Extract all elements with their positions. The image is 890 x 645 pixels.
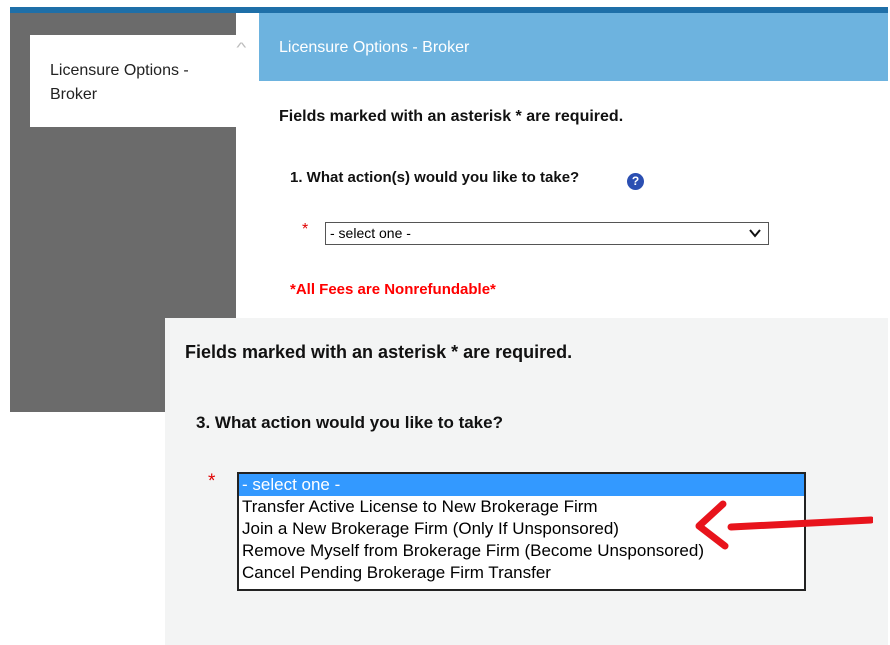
required-asterisk: * — [302, 221, 309, 238]
question-label: 3. What action would you like to take? — [196, 413, 503, 432]
question-label: 1. What action(s) would you like to take… — [290, 169, 580, 186]
required-fields-note: Fields marked with an asterisk * are req… — [279, 108, 624, 125]
required-fields-note: Fields marked with an asterisk * are req… — [185, 342, 573, 362]
select-value: - select one - — [330, 225, 411, 241]
red-arrow-annotation — [695, 500, 873, 550]
listbox-option-cancel-transfer[interactable]: Cancel Pending Brokerage Firm Transfer — [239, 562, 804, 584]
scroll-up-icon[interactable]: ^ — [236, 39, 246, 55]
page-title: Licensure Options - Broker — [279, 39, 470, 56]
fees-notice: *All Fees are Nonrefundable* — [290, 281, 496, 298]
sidebar-item-licensure-options[interactable]: Licensure Options - Broker — [30, 35, 236, 127]
required-asterisk: * — [208, 471, 216, 492]
page-header: Licensure Options - Broker — [259, 13, 888, 81]
help-icon[interactable]: ? — [627, 173, 644, 190]
sidebar-item-label: Licensure Options - Broker — [50, 62, 189, 103]
chevron-down-icon — [749, 229, 761, 238]
screenshot-action-listbox: Fields marked with an asterisk * are req… — [165, 318, 888, 645]
listbox-option-select-one[interactable]: - select one - — [239, 474, 804, 496]
action-select[interactable]: - select one - — [325, 222, 769, 245]
